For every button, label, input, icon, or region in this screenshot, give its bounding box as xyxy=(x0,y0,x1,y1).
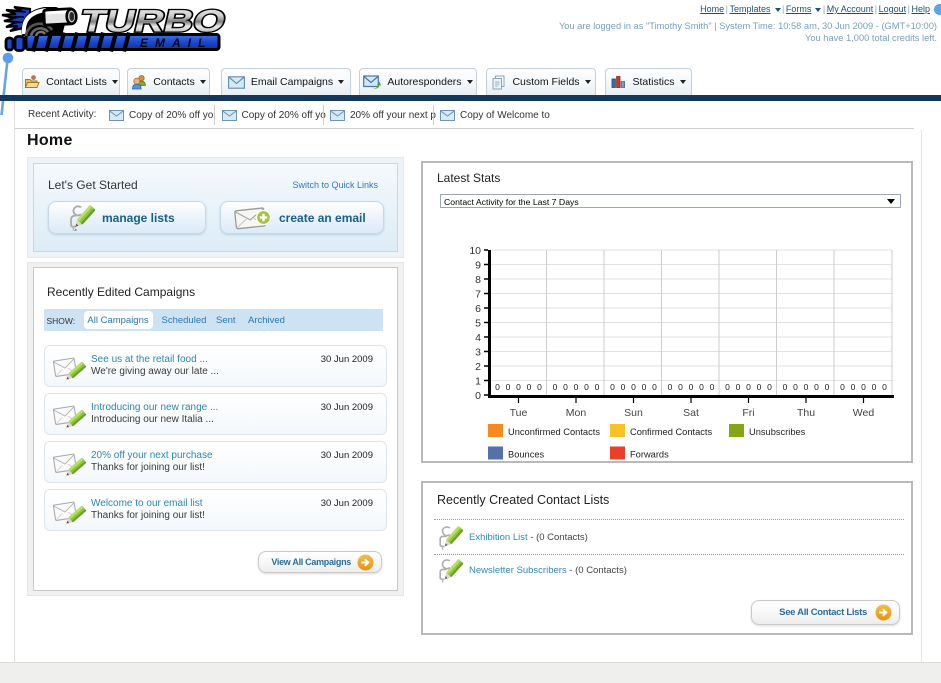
svg-text:5: 5 xyxy=(475,318,481,330)
svg-text:0: 0 xyxy=(804,382,809,392)
svg-text:Fri: Fri xyxy=(742,407,754,419)
svg-text:Wed: Wed xyxy=(853,407,875,419)
svg-text:0: 0 xyxy=(495,382,500,392)
svg-text:0: 0 xyxy=(516,382,521,392)
svg-text:0: 0 xyxy=(710,382,715,392)
svg-text:0: 0 xyxy=(793,382,798,392)
svg-text:0: 0 xyxy=(584,382,589,392)
svg-text:0: 0 xyxy=(475,390,481,402)
svg-text:0: 0 xyxy=(506,382,511,392)
svg-text:0: 0 xyxy=(699,382,704,392)
svg-text:0: 0 xyxy=(825,382,830,392)
svg-text:Confirmed Contacts: Confirmed Contacts xyxy=(630,427,713,437)
svg-text:0: 0 xyxy=(631,382,636,392)
svg-text:9: 9 xyxy=(475,260,481,272)
svg-text:Sat: Sat xyxy=(683,407,699,419)
svg-text:Unconfirmed Contacts: Unconfirmed Contacts xyxy=(508,427,600,437)
svg-text:0: 0 xyxy=(861,382,866,392)
svg-text:7: 7 xyxy=(475,289,481,301)
svg-text:0: 0 xyxy=(553,382,558,392)
svg-text:6: 6 xyxy=(475,303,481,315)
svg-text:10: 10 xyxy=(469,245,481,257)
svg-text:0: 0 xyxy=(689,382,694,392)
svg-text:Unsubscribes: Unsubscribes xyxy=(749,427,806,437)
svg-text:0: 0 xyxy=(725,382,730,392)
svg-text:2: 2 xyxy=(475,361,481,373)
svg-text:1: 1 xyxy=(475,376,481,388)
svg-text:8: 8 xyxy=(475,274,481,286)
svg-text:TURBO: TURBO xyxy=(77,4,229,39)
svg-text:Sun: Sun xyxy=(624,407,643,419)
svg-text:0: 0 xyxy=(757,382,762,392)
svg-text:0: 0 xyxy=(621,382,626,392)
svg-text:0: 0 xyxy=(595,382,600,392)
svg-text:Bounces: Bounces xyxy=(508,450,545,460)
svg-text:Thu: Thu xyxy=(797,407,815,419)
svg-text:0: 0 xyxy=(882,382,887,392)
svg-text:Tue: Tue xyxy=(510,407,528,419)
svg-text:0: 0 xyxy=(527,382,532,392)
svg-text:0: 0 xyxy=(610,382,615,392)
svg-text:0: 0 xyxy=(783,382,788,392)
svg-text:0: 0 xyxy=(574,382,579,392)
svg-text:0: 0 xyxy=(678,382,683,392)
svg-text:0: 0 xyxy=(840,382,845,392)
svg-text:0: 0 xyxy=(668,382,673,392)
svg-text:Mon: Mon xyxy=(566,407,587,419)
svg-text:0: 0 xyxy=(537,382,542,392)
svg-text:0: 0 xyxy=(872,382,877,392)
svg-text:0: 0 xyxy=(563,382,568,392)
svg-text:0: 0 xyxy=(652,382,657,392)
svg-text:3: 3 xyxy=(475,347,481,359)
svg-text:0: 0 xyxy=(746,382,751,392)
svg-text:Forwards: Forwards xyxy=(630,450,669,460)
svg-text:0: 0 xyxy=(851,382,856,392)
svg-text:0: 0 xyxy=(767,382,772,392)
svg-text:4: 4 xyxy=(475,332,481,344)
svg-text:0: 0 xyxy=(642,382,647,392)
svg-text:0: 0 xyxy=(736,382,741,392)
svg-text:0: 0 xyxy=(814,382,819,392)
